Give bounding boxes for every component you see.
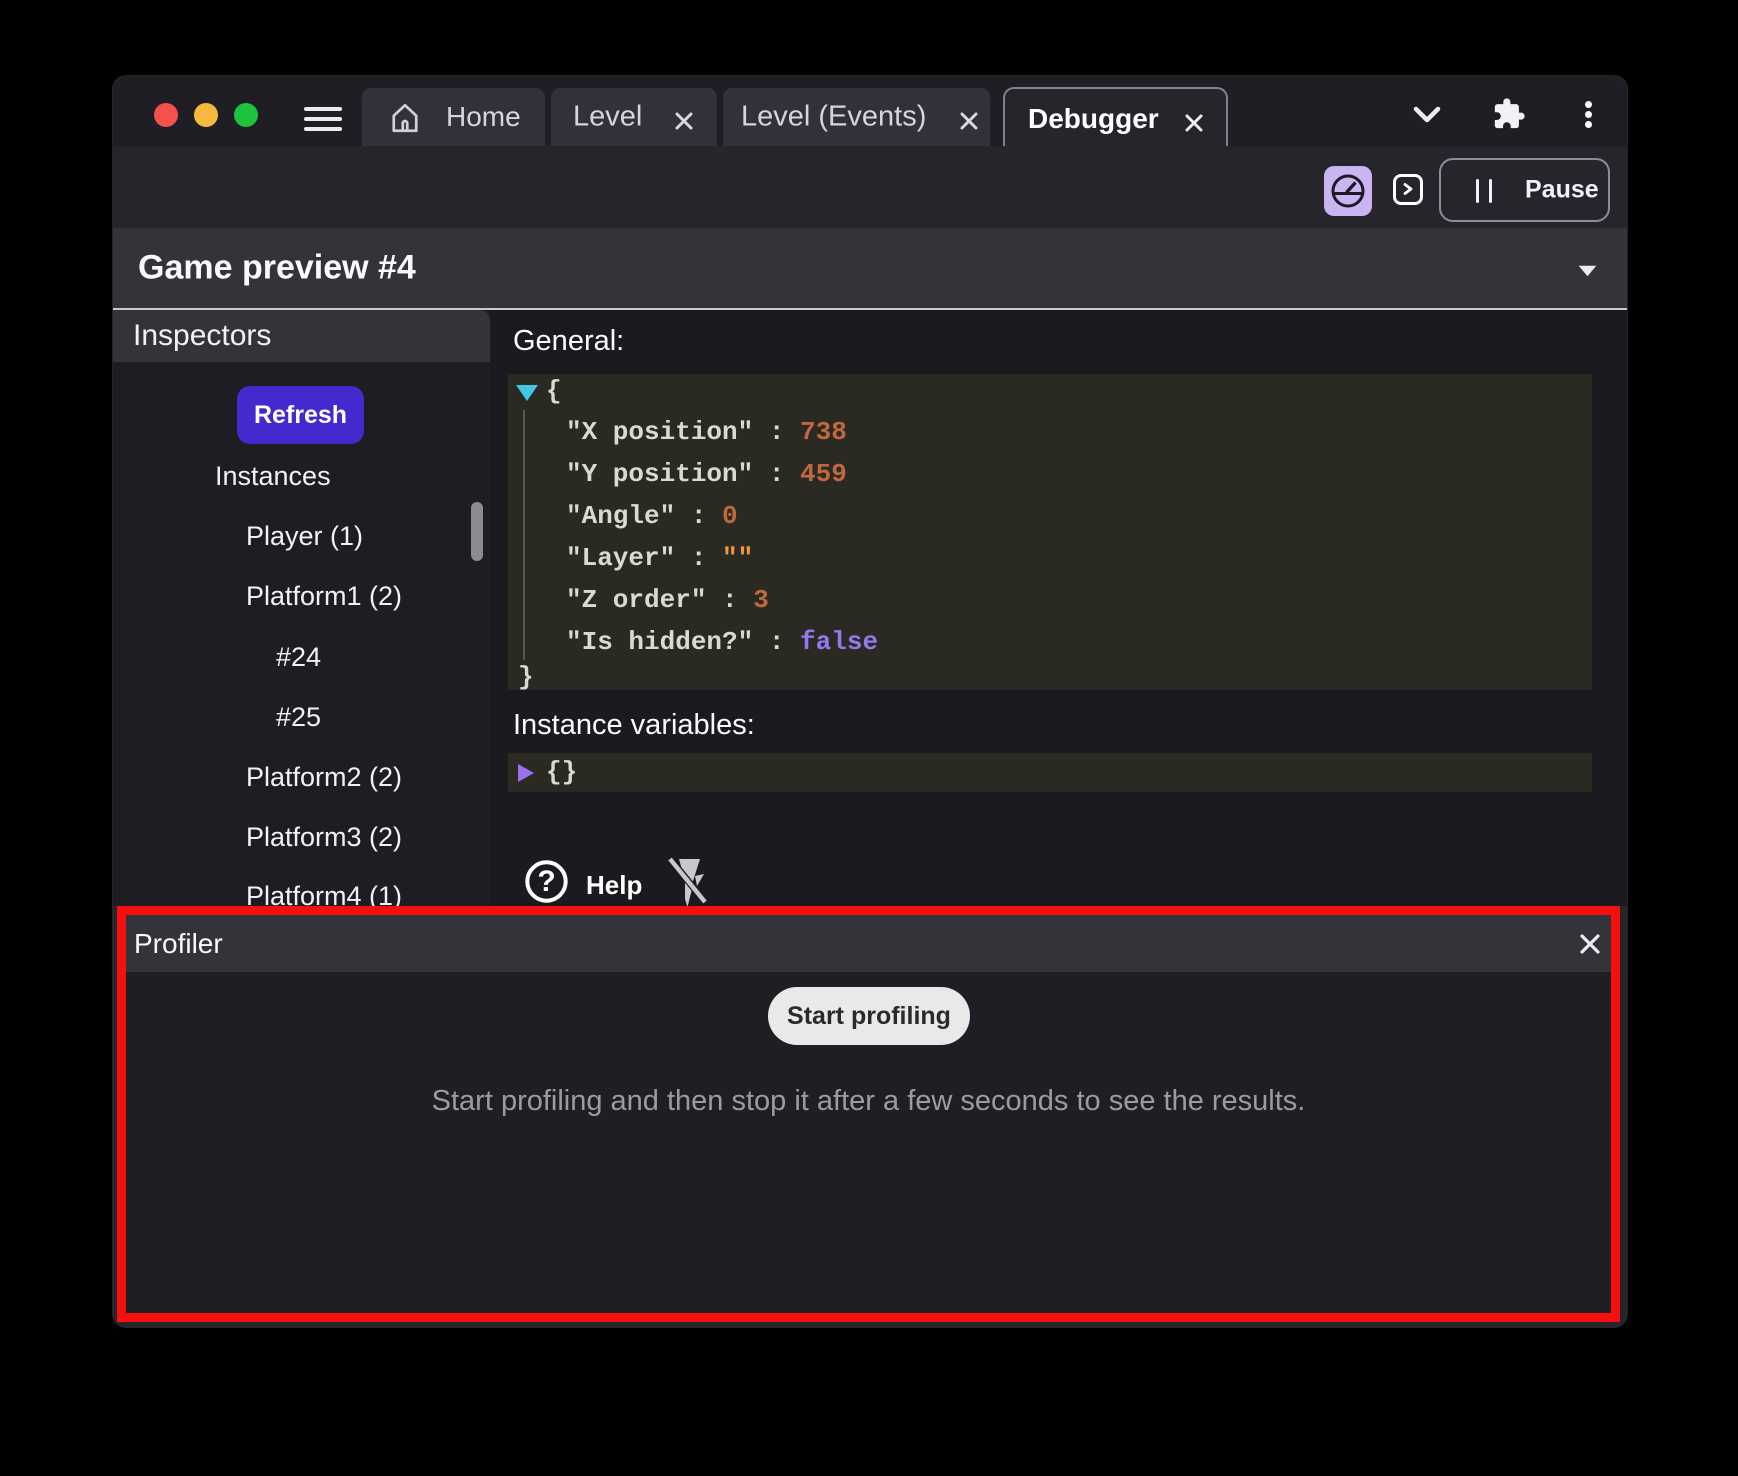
svg-text:?: ?	[537, 865, 555, 898]
